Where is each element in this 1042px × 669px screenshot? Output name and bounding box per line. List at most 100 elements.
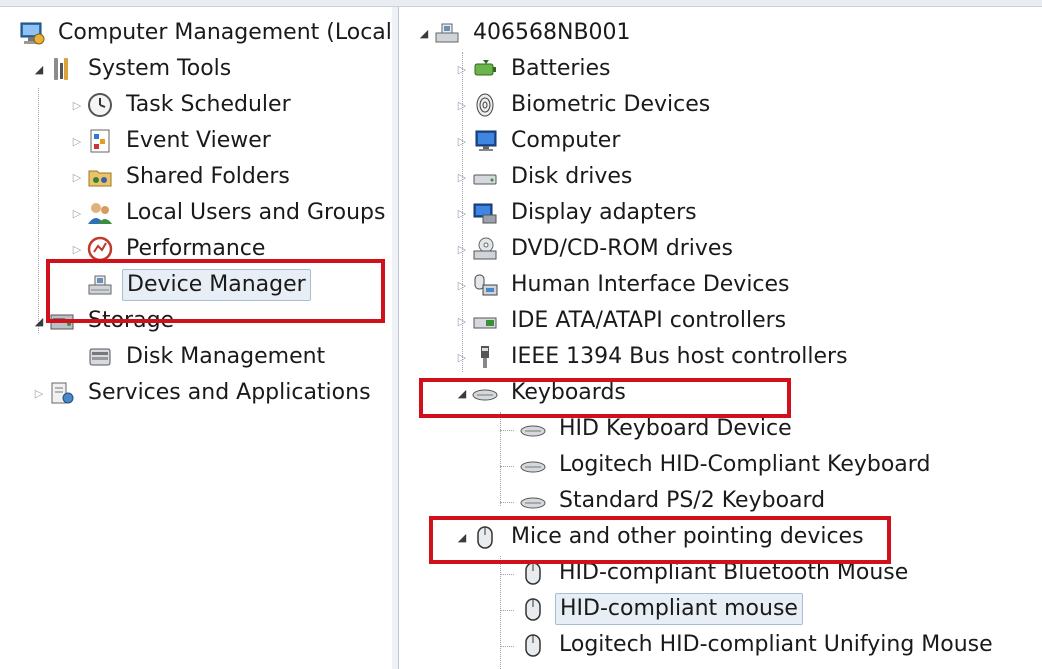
keyboard-icon xyxy=(519,415,547,443)
keyboard-icon xyxy=(519,451,547,479)
collapse-arrow-icon[interactable]: ▷ xyxy=(453,160,471,194)
collapse-arrow-icon[interactable]: ▷ xyxy=(453,124,471,158)
tree-item-event-viewer[interactable]: ▷ Event Viewer xyxy=(68,124,275,158)
tree-connector xyxy=(500,610,514,611)
tree-item-label: IDE ATA/ATAPI controllers xyxy=(511,308,787,333)
tree-item-computer[interactable]: ▷ Computer xyxy=(453,124,624,158)
tree-guide-line xyxy=(38,88,39,333)
mouse-icon xyxy=(519,631,547,659)
tree-item-ide[interactable]: ▷ IDE ATA/ATAPI controllers xyxy=(453,304,790,338)
tree-item-hid[interactable]: ▷ Human Interface Devices xyxy=(453,268,794,302)
tree-connector xyxy=(500,430,514,431)
tree-item-label: DVD/CD-ROM drives xyxy=(511,236,733,261)
fingerprint-icon xyxy=(471,91,499,119)
tree-item-disk-management[interactable]: Disk Management xyxy=(86,340,329,374)
tree-item-display-adapters[interactable]: ▷ Display adapters xyxy=(453,196,701,230)
expand-arrow-icon[interactable]: ◢ xyxy=(415,16,433,50)
tree-item-label: Logitech HID-compliant Unifying Mouse xyxy=(559,632,993,657)
dvd-drive-icon xyxy=(471,235,499,263)
tree-item-label: Local Users and Groups xyxy=(126,200,386,225)
tree-item-label: Task Scheduler xyxy=(126,92,291,117)
collapse-arrow-icon[interactable]: ▷ xyxy=(453,340,471,374)
collapse-arrow-icon[interactable]: ▷ xyxy=(68,124,86,158)
tree-item-computer-name[interactable]: ◢ 406568NB001 xyxy=(415,16,635,50)
tree-item-label: Event Viewer xyxy=(126,128,271,153)
tree-item-ieee[interactable]: ▷ IEEE 1394 Bus host controllers xyxy=(453,340,852,374)
tree-item-logitech-mouse[interactable]: Logitech HID-compliant Unifying Mouse xyxy=(519,628,997,662)
tree-item-label: Computer xyxy=(511,128,621,153)
tree-item-logitech-keyboard[interactable]: Logitech HID-Compliant Keyboard xyxy=(519,448,934,482)
tree-guide-line xyxy=(500,556,501,669)
tools-icon xyxy=(48,55,76,83)
tree-item-label: Disk drives xyxy=(511,164,633,189)
pane-splitter[interactable] xyxy=(392,0,399,669)
tree-item-biometric[interactable]: ▷ Biometric Devices xyxy=(453,88,714,122)
tree-guide-line xyxy=(500,412,501,506)
tree-item-task-scheduler[interactable]: ▷ Task Scheduler xyxy=(68,88,295,122)
collapse-arrow-icon[interactable]: ▷ xyxy=(68,160,86,194)
mouse-icon xyxy=(519,595,547,623)
tree-item-label: Display adapters xyxy=(511,200,697,225)
tree-item-hid-mouse[interactable]: HID-compliant mouse xyxy=(519,592,803,626)
monitor-icon xyxy=(471,127,499,155)
tree-item-system-tools[interactable]: ◢ System Tools xyxy=(30,52,235,86)
tree-item-label: IEEE 1394 Bus host controllers xyxy=(511,344,848,369)
services-icon xyxy=(48,379,76,407)
console-tree-pane: Computer Management (Local ◢ System Tool… xyxy=(0,0,393,669)
collapse-arrow-icon[interactable]: ▷ xyxy=(453,268,471,302)
tree-item-label: Batteries xyxy=(511,56,611,81)
disk-drive-icon xyxy=(471,163,499,191)
collapse-arrow-icon[interactable]: ▷ xyxy=(68,88,86,122)
shared-folder-icon xyxy=(86,163,114,191)
collapse-arrow-icon[interactable]: ▷ xyxy=(453,232,471,266)
tree-item-local-users[interactable]: ▷ Local Users and Groups xyxy=(68,196,389,230)
tree-item-label: Services and Applications xyxy=(88,380,371,405)
device-tree-pane: ◢ 406568NB001 ▷ Batteries ▷ Biometric De… xyxy=(399,0,1042,669)
collapse-arrow-icon[interactable]: ▷ xyxy=(453,52,471,86)
highlight-box xyxy=(419,378,791,418)
tree-connector xyxy=(500,574,514,575)
users-icon xyxy=(86,199,114,227)
tree-item-label: HID-compliant mouse xyxy=(555,593,803,625)
highlight-box xyxy=(429,516,891,564)
tree-connector xyxy=(500,502,514,503)
tree-item-label: Logitech HID-Compliant Keyboard xyxy=(559,452,931,477)
ide-controller-icon xyxy=(471,307,499,335)
battery-icon xyxy=(471,55,499,83)
tree-item-disk-drives[interactable]: ▷ Disk drives xyxy=(453,160,636,194)
firewire-icon xyxy=(471,343,499,371)
tree-item-services-applications[interactable]: ▷ Services and Applications xyxy=(30,376,375,410)
collapse-arrow-icon[interactable]: ▷ xyxy=(30,376,48,410)
tree-item-label: Disk Management xyxy=(126,344,326,369)
collapse-arrow-icon[interactable]: ▷ xyxy=(453,304,471,338)
tree-item-computer-management[interactable]: Computer Management (Local xyxy=(18,16,392,50)
expand-arrow-icon[interactable]: ◢ xyxy=(30,52,48,86)
display-adapter-icon xyxy=(471,199,499,227)
tree-item-shared-folders[interactable]: ▷ Shared Folders xyxy=(68,160,294,194)
tree-connector xyxy=(500,646,514,647)
tree-item-label: System Tools xyxy=(88,56,232,81)
hid-icon xyxy=(471,271,499,299)
tree-item-label: Human Interface Devices xyxy=(511,272,790,297)
tree-connector xyxy=(500,466,514,467)
tree-item-dvd[interactable]: ▷ DVD/CD-ROM drives xyxy=(453,232,737,266)
tree-item-label: Biometric Devices xyxy=(511,92,711,117)
tree-item-batteries[interactable]: ▷ Batteries xyxy=(453,52,615,86)
tree-item-label: Shared Folders xyxy=(126,164,290,189)
top-strip xyxy=(0,0,1042,7)
collapse-arrow-icon[interactable]: ▷ xyxy=(453,88,471,122)
collapse-arrow-icon[interactable]: ▷ xyxy=(68,196,86,230)
tree-item-label: Standard PS/2 Keyboard xyxy=(559,488,826,513)
computer-management-icon xyxy=(18,19,46,47)
tree-item-label: Computer Management (Local xyxy=(58,20,392,45)
computer-icon xyxy=(433,19,461,47)
clock-icon xyxy=(86,91,114,119)
collapse-arrow-icon[interactable]: ▷ xyxy=(453,196,471,230)
disk-management-icon xyxy=(86,343,114,371)
highlight-box xyxy=(46,259,385,323)
keyboard-icon xyxy=(519,487,547,515)
tree-item-ps2-keyboard[interactable]: Standard PS/2 Keyboard xyxy=(519,484,829,518)
event-viewer-icon xyxy=(86,127,114,155)
tree-item-label: 406568NB001 xyxy=(473,20,631,45)
tree-item-label: HID Keyboard Device xyxy=(559,416,792,441)
